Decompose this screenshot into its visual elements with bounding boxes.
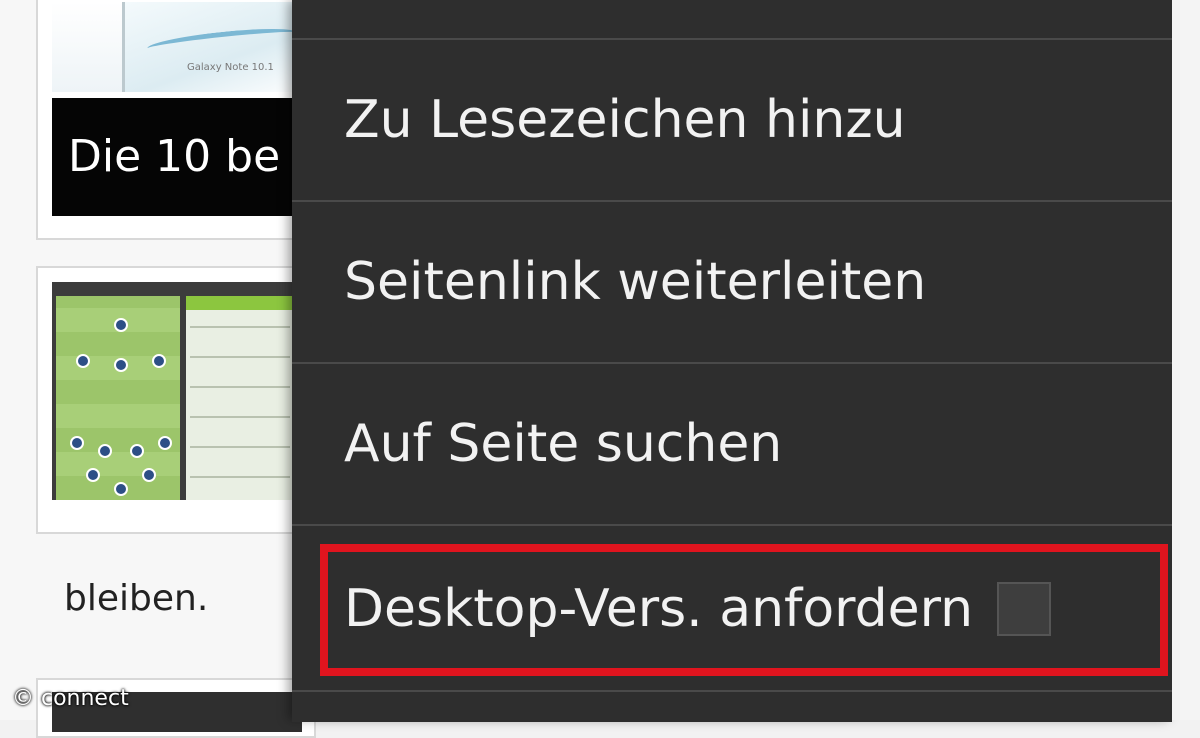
menu-item-next[interactable] — [292, 690, 1172, 722]
list-row — [190, 446, 290, 448]
list-row — [190, 326, 290, 328]
player-dot — [98, 444, 112, 458]
article-card[interactable]: Galaxy Note 10.1 Die 10 be — [36, 0, 316, 240]
list-row — [190, 416, 290, 418]
player-dot — [158, 436, 172, 450]
list-row — [190, 476, 290, 478]
page-edge — [1172, 0, 1200, 720]
overflow-menu: Zu Lesezeichen hinzu Seitenlink weiterle… — [292, 0, 1172, 720]
watermark: © connect — [12, 686, 129, 711]
player-dot — [114, 482, 128, 496]
player-dot — [130, 444, 144, 458]
player-dot — [142, 468, 156, 482]
menu-item-share-link[interactable]: Seitenlink weiterleiten — [292, 202, 1172, 364]
menu-item-label: Zu Lesezeichen hinzu — [344, 90, 906, 150]
player-dot — [114, 358, 128, 372]
article-headline[interactable]: Die 10 be — [52, 98, 302, 216]
player-dot — [152, 354, 166, 368]
thumbnail-caption: Galaxy Note 10.1 — [187, 62, 274, 73]
fixtures-screen — [186, 296, 302, 500]
menu-item-label: Desktop-Vers. anfordern — [344, 579, 974, 639]
article-text: bleiben. — [64, 578, 209, 619]
player-dot — [86, 468, 100, 482]
player-dot — [70, 436, 84, 450]
menu-item-add-bookmark[interactable]: Zu Lesezeichen hinzu — [292, 40, 1172, 202]
pitch-screen — [56, 296, 180, 500]
app-header-bar — [186, 296, 302, 310]
list-row — [190, 386, 290, 388]
menu-item-label: Seitenlink weiterleiten — [344, 252, 927, 312]
player-dot — [114, 318, 128, 332]
menu-item-find-on-page[interactable]: Auf Seite suchen — [292, 364, 1172, 526]
menu-item-label: Auf Seite suchen — [344, 414, 783, 474]
menu-item-request-desktop[interactable]: Desktop-Vers. anfordern — [292, 528, 1172, 690]
desktop-version-checkbox[interactable] — [997, 582, 1052, 636]
player-dot — [76, 354, 90, 368]
article-thumbnail: Galaxy Note 10.1 — [52, 2, 315, 92]
article-card[interactable] — [36, 266, 316, 534]
app-screenshot-thumbnail — [52, 282, 302, 500]
list-row — [190, 356, 290, 358]
